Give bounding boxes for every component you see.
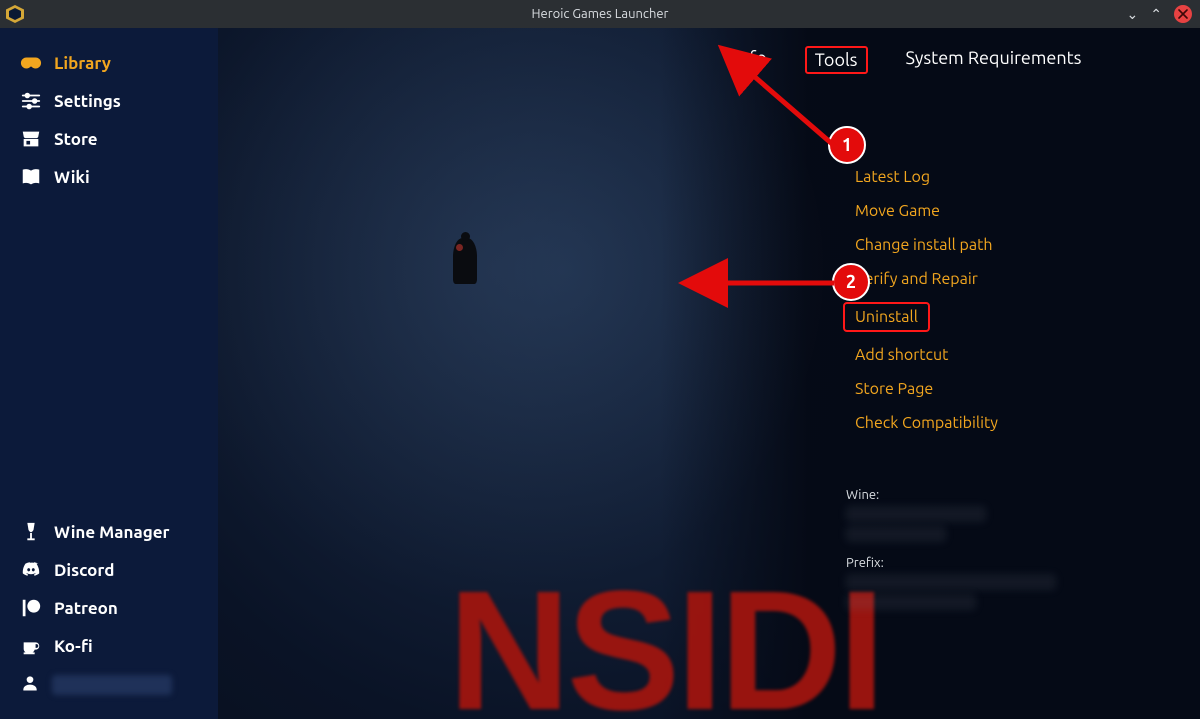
window-title: Heroic Games Launcher (0, 7, 1200, 21)
sidebar-top: Library Settings Store Wiki (0, 44, 218, 196)
game-art-silhouette (453, 238, 477, 284)
close-button[interactable] (1174, 5, 1192, 23)
sidebar-item-settings[interactable]: Settings (16, 82, 202, 120)
sidebar-item-label: Wine Manager (54, 523, 170, 542)
tool-change-install-path[interactable]: Change install path (853, 234, 995, 256)
info-wine-label: Wine: (846, 488, 879, 502)
sidebar-item-label: Settings (54, 92, 121, 111)
sidebar-item-label: Discord (54, 561, 114, 580)
sidebar-item-wiki[interactable]: Wiki (16, 158, 202, 196)
sliders-icon (20, 90, 42, 112)
tool-add-shortcut[interactable]: Add shortcut (853, 344, 950, 366)
info-wine-value-redacted (846, 526, 946, 542)
patreon-icon (20, 597, 42, 619)
wine-glass-icon (20, 521, 42, 543)
tool-latest-log[interactable]: Latest Log (853, 166, 932, 188)
sidebar-item-discord[interactable]: Discord (16, 551, 202, 589)
minimize-icon[interactable]: ⌄ (1127, 6, 1139, 23)
tool-move-game[interactable]: Move Game (853, 200, 942, 222)
info-prefix-label: Prefix: (846, 556, 884, 570)
gamepad-icon (20, 52, 42, 74)
annotation-arrow-2 (708, 268, 858, 302)
user-icon (20, 673, 40, 697)
sidebar-item-label: Store (54, 130, 98, 149)
main-content: NSIDI Info Tools System Requirements Lat… (218, 28, 1200, 719)
tool-uninstall[interactable]: Uninstall (843, 302, 930, 332)
sidebar-account[interactable] (16, 665, 202, 705)
tab-info[interactable]: Info (731, 46, 771, 74)
tools-menu: Latest Log Move Game Change install path… (853, 166, 1000, 434)
tool-verify-and-repair[interactable]: Verify and Repair (853, 268, 980, 290)
sidebar-item-label: Ko-fi (54, 637, 93, 656)
game-detail-tabs: Info Tools System Requirements (628, 46, 1188, 74)
window-controls: ⌄ ⌃ (1127, 5, 1200, 23)
sidebar-item-label: Library (54, 54, 111, 73)
sidebar-item-library[interactable]: Library (16, 44, 202, 82)
game-info-block: Wine: Prefix: (846, 488, 1056, 618)
tab-tools[interactable]: Tools (805, 46, 868, 74)
account-name-redacted (52, 675, 172, 695)
tool-check-compatibility[interactable]: Check Compatibility (853, 412, 1000, 434)
titlebar: Heroic Games Launcher ⌄ ⌃ (0, 0, 1200, 28)
sidebar-item-patreon[interactable]: Patreon (16, 589, 202, 627)
discord-icon (20, 559, 42, 581)
maximize-icon[interactable]: ⌃ (1150, 6, 1162, 23)
sidebar-item-store[interactable]: Store (16, 120, 202, 158)
coffee-icon (20, 635, 42, 657)
tool-store-page[interactable]: Store Page (853, 378, 935, 400)
tab-system-requirements[interactable]: System Requirements (902, 46, 1086, 74)
info-prefix-value-redacted (846, 574, 1056, 590)
sidebar-item-kofi[interactable]: Ko-fi (16, 627, 202, 665)
app-icon (6, 5, 24, 23)
sidebar-item-wine-manager[interactable]: Wine Manager (16, 513, 202, 551)
info-prefix-value-redacted (846, 594, 976, 610)
book-icon (20, 166, 42, 188)
app-body: Library Settings Store Wiki (0, 28, 1200, 719)
annotation-step-1: 1 (828, 126, 866, 164)
sidebar: Library Settings Store Wiki (0, 28, 218, 719)
sidebar-bottom: Wine Manager Discord Patreon Ko-fi (0, 513, 218, 711)
game-title-art: NSIDI (448, 553, 881, 719)
sidebar-item-label: Patreon (54, 599, 118, 618)
info-wine-value-redacted (846, 506, 986, 522)
store-icon (20, 128, 42, 150)
sidebar-item-label: Wiki (54, 168, 90, 187)
